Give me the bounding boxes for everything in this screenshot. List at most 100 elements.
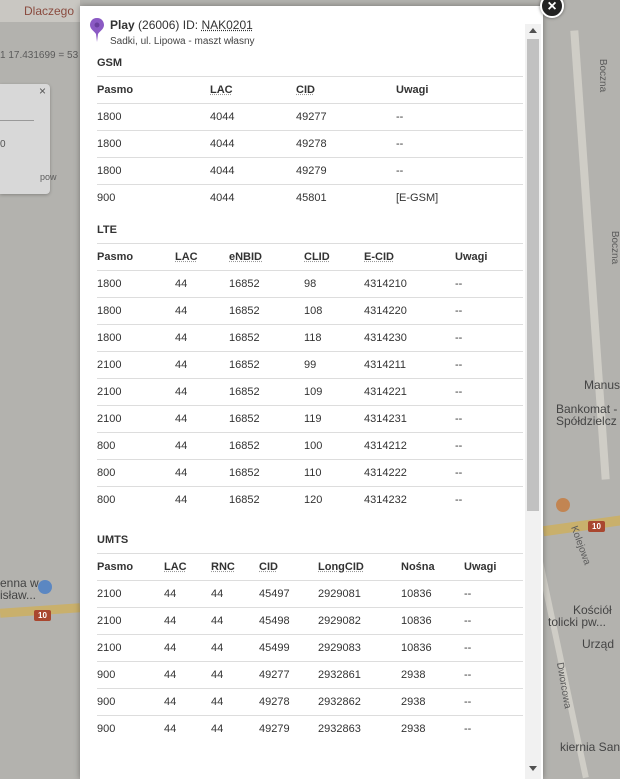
umts-column-header: RNC	[211, 553, 259, 581]
operator-name: Play	[110, 18, 135, 32]
gsm-cell: 49277	[296, 103, 396, 131]
lte-cell: 110	[304, 459, 364, 487]
lte-cell: 1800	[97, 270, 175, 298]
lte-cell: 4314232	[364, 494, 407, 506]
umts-cell: 45498	[259, 607, 318, 635]
station-title: Play (26006) ID: NAK0201	[110, 18, 255, 33]
side-panel-close-icon[interactable]: ×	[39, 84, 46, 98]
scrollbar-thumb[interactable]	[527, 39, 539, 511]
lte-cell: 4314230	[364, 324, 455, 352]
lte-cell: 109	[304, 378, 364, 406]
lte-cell: 800	[97, 432, 175, 460]
lte-cell: 4314210	[364, 270, 455, 298]
umts-cell: --	[464, 607, 523, 635]
gsm-table-row: 1800 4044 49279 --	[97, 157, 523, 185]
gsm-cell: --	[396, 157, 523, 185]
umts-cell: 2100	[97, 607, 164, 635]
umts-cell: --	[464, 634, 523, 662]
gsm-cell: 4044	[210, 192, 235, 204]
lte-cell: 100	[304, 432, 364, 460]
gsm-cell: 4044	[210, 103, 296, 131]
map-poi-pin-icon[interactable]	[38, 580, 52, 594]
lte-cell: 16852	[229, 378, 304, 406]
lte-table: Pasmo LAC eNBID CLID E-CID Uwagi 1800 44 16852 9…	[97, 243, 523, 513]
side-panel-divider	[0, 120, 34, 121]
station-address: Sadki, ul. Lipowa - maszt własny	[110, 36, 255, 47]
lte-cell: 16852	[229, 270, 304, 298]
map-label-spoldzielcz: Spółdzielcz	[556, 414, 617, 428]
umts-table-row: 900 44 44 49278 2932862 2938 --	[97, 688, 523, 716]
lte-table-row: 800 44 16852 120 4314232 --	[97, 487, 523, 514]
lte-cell: 4314220	[364, 297, 455, 325]
umts-table-row: 900 44 44 49279 2932863 2938 --	[97, 716, 523, 743]
umts-cell: 900	[97, 688, 164, 716]
umts-column-header: LAC	[164, 553, 211, 581]
lte-cell: 44	[175, 297, 229, 325]
scroll-up-arrow-icon[interactable]	[529, 28, 537, 33]
map-label-stanislaw: isław...	[0, 588, 37, 602]
scroll-down-arrow-icon[interactable]	[529, 766, 537, 771]
map-label-urzad: Urząd	[582, 637, 615, 651]
station-id[interactable]: NAK0201	[201, 18, 252, 32]
umts-section-title: UMTS	[97, 534, 129, 546]
lte-column-header: Uwagi	[455, 243, 523, 271]
gsm-section-title: GSM	[97, 57, 123, 69]
map-street-label: pow	[40, 172, 57, 182]
umts-cell: 45499	[259, 634, 318, 662]
map-label-boczna-2: Boczna	[609, 230, 620, 265]
umts-cell: 2929081	[318, 580, 401, 608]
gsm-header-row: Pasmo LAC CID Uwagi	[97, 76, 523, 104]
umts-cell: 10836	[401, 634, 464, 662]
gsm-cell: 49278	[296, 130, 396, 158]
umts-cell: 2932862	[318, 688, 401, 716]
lte-cell: 16852	[229, 405, 304, 433]
umts-cell: 2932861	[318, 661, 401, 689]
lte-cell: 118	[304, 324, 364, 352]
lte-cell: 44	[175, 405, 229, 433]
modal-scrollbar[interactable]	[525, 24, 541, 779]
umts-cell: 44	[211, 661, 259, 689]
map-top-tab[interactable]: Dlaczego	[24, 4, 74, 18]
lte-cell: 2100	[97, 378, 175, 406]
lte-cell: 16852	[229, 324, 304, 352]
lte-cell: --	[455, 459, 523, 487]
gsm-table-row: 900 4044 45801 [E-GSM]	[97, 185, 523, 212]
umts-cell: 2929083	[318, 634, 401, 662]
lte-cell: 16852	[229, 297, 304, 325]
lte-table-row: 2100 44 16852 109 4314221 --	[97, 378, 523, 406]
lte-column-header: Pasmo	[97, 243, 175, 271]
umts-cell: 2100	[97, 580, 164, 608]
lte-cell: 120	[304, 494, 323, 506]
map-label-kwiaciarnia: kiernia Sand	[560, 740, 620, 754]
umts-cell: 2938	[401, 688, 464, 716]
lte-cell: 119	[304, 405, 364, 433]
umts-cell: 2932863	[318, 723, 361, 735]
umts-cell: 44	[164, 607, 211, 635]
modal-header: Play (26006) ID: NAK0201 Sadki, ul. Lipo…	[90, 18, 520, 47]
gsm-cell: 1800	[97, 103, 210, 131]
umts-table-row: 900 44 44 49277 2932861 2938 --	[97, 661, 523, 689]
lte-cell: --	[455, 378, 523, 406]
umts-cell: 44	[164, 688, 211, 716]
lte-section-title: LTE	[97, 224, 117, 236]
umts-table-row: 2100 44 44 45497 2929081 10836 --	[97, 580, 523, 608]
lte-cell: 16852	[229, 432, 304, 460]
map-label-boczna-1: Boczna	[597, 58, 609, 93]
map-coords: 1 17.431699 = 53	[0, 50, 79, 61]
map-label-manus: Manus	[584, 378, 620, 392]
lte-cell: --	[455, 351, 523, 379]
map-restaurant-pin-icon[interactable]	[556, 498, 570, 512]
lte-table-row: 800 44 16852 100 4314212 --	[97, 432, 523, 460]
umts-header-row: Pasmo LAC RNC CID LongCID Nośna Uwagi	[97, 553, 523, 581]
umts-cell: 10836	[401, 607, 464, 635]
umts-cell: 44	[164, 580, 211, 608]
lte-table-row: 800 44 16852 110 4314222 --	[97, 459, 523, 487]
umts-cell: 2100	[97, 634, 164, 662]
lte-cell: --	[455, 494, 463, 506]
umts-cell: 900	[97, 723, 116, 735]
lte-cell: 108	[304, 297, 364, 325]
bts-info-modal: Play (26006) ID: NAK0201 Sadki, ul. Lipo…	[80, 6, 543, 779]
lte-cell: 2100	[97, 405, 175, 433]
umts-cell: 49277	[259, 661, 318, 689]
modal-content: Play (26006) ID: NAK0201 Sadki, ul. Lipo…	[90, 18, 523, 743]
